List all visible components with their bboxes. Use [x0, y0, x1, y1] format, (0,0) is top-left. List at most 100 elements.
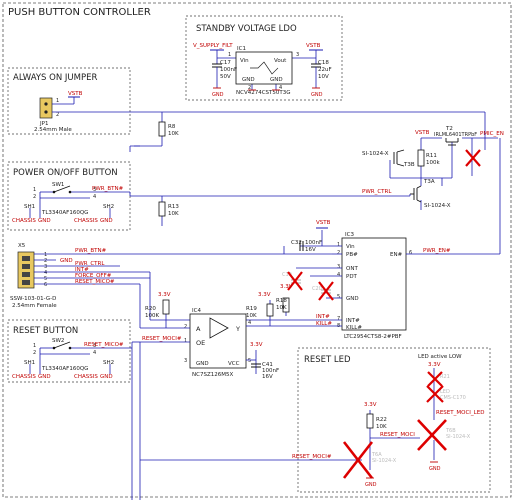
- ic1-pin-gnd2: GND: [270, 77, 283, 83]
- ic3-pin-pb: PB#: [346, 252, 358, 258]
- dnp-cross-t6b: [417, 419, 447, 451]
- ic3-pin-vin: Vin: [346, 244, 355, 250]
- t3b-symbol: [393, 149, 405, 167]
- ldo-gnd-label-2: GND: [311, 92, 323, 98]
- svg-text:5: 5: [248, 358, 251, 364]
- c32-value: 100nF: [305, 240, 322, 246]
- ldo-section-title: STANDBY VOLTAGE LDO: [196, 24, 297, 34]
- sw2-ref: SW2: [52, 338, 64, 344]
- x5-desc: 2.54mm Female: [12, 303, 57, 309]
- x5-net-reset-mico: RESET_MICO#: [75, 279, 115, 285]
- ic3-int-net: INT#: [316, 314, 330, 320]
- svg-text:4: 4: [248, 320, 251, 326]
- led-v33-left: 3.3V: [364, 402, 377, 408]
- ldo-gnd-label-1: GND: [212, 92, 224, 98]
- reset-button-section-title: RESET BUTTON: [13, 326, 78, 336]
- ic4-v33: 3.3V: [158, 292, 171, 298]
- sw1-pin1: 1: [33, 187, 36, 193]
- led-v33-top: 3.3V: [428, 362, 441, 368]
- jp1-body: [39, 97, 53, 119]
- r8-ref: R8: [168, 124, 176, 130]
- r13-resistor: [158, 201, 166, 217]
- svg-text:5: 5: [337, 294, 340, 300]
- sw2-pin2: 2: [33, 350, 36, 356]
- ic4-part: NC7SZ126M5X: [192, 372, 233, 378]
- ic1-part: NCV4274CST50T3G: [236, 90, 291, 96]
- dnp-cross-pmic: [465, 149, 481, 167]
- t3a-ref: T3A: [423, 179, 435, 185]
- ic4-pin-y: Y: [235, 325, 240, 333]
- ic4-ref: IC4: [192, 308, 201, 314]
- svg-text:3: 3: [337, 264, 340, 270]
- ic3-pin-en: EN#: [390, 252, 403, 258]
- ic1-pin-gnd1: GND: [242, 77, 255, 83]
- pwr-btn-net-sw1: PWR_BTN#: [92, 186, 124, 192]
- ic4-net-in: RESET_MOCI#: [142, 336, 182, 342]
- svg-text:6: 6: [409, 250, 412, 256]
- led-note: LED active LOW: [418, 354, 462, 360]
- x5-ref: X5: [18, 243, 26, 249]
- ic3-vstb: VSTB: [316, 220, 331, 226]
- sw1-pin4: 4: [93, 194, 96, 200]
- ic1-pin1: 1: [228, 52, 231, 58]
- ic1-ref: IC1: [237, 46, 246, 52]
- ic4-pin-gnd: GND: [196, 361, 209, 367]
- svg-text:1: 1: [184, 338, 187, 344]
- led-net: RESET_MOCI_LED: [436, 410, 484, 416]
- c18-voltage: 10V: [318, 74, 329, 80]
- svg-text:1: 1: [337, 242, 340, 248]
- pwr-ctrl-net-top: PWR_CTRL: [362, 189, 392, 195]
- x5-net-pwr-btn: PWR_BTN#: [75, 248, 107, 254]
- jumper-vstb-net: VSTB: [68, 91, 83, 97]
- si-top: SI-1024-X: [362, 151, 389, 157]
- sw1-gnd-1: GND: [38, 218, 51, 224]
- r19-value: 10K: [246, 313, 257, 319]
- x5-pin-numbers: 1 2 3 4 5 6: [44, 252, 47, 288]
- sw1-part: TL3340AF160QG: [41, 210, 88, 216]
- sw1-gnd-2: GND: [100, 218, 113, 224]
- jp1-pin2: 2: [56, 112, 59, 118]
- c18-value: 22uF: [318, 67, 332, 73]
- r13-ref: R13: [168, 204, 179, 210]
- c41-voltage: 16V: [262, 374, 273, 380]
- pmic-en-net: PMIC_EN: [480, 131, 504, 137]
- reset-moci-net: RESET_MOCI: [380, 432, 415, 438]
- ic1-pin-vout: Vout: [274, 58, 287, 64]
- jp1-pin1: 1: [56, 98, 59, 104]
- c18-ref: C18: [318, 60, 329, 66]
- reset-led-frame: [297, 347, 491, 493]
- ic4-pin-vcc: VCC: [228, 361, 240, 367]
- jumper-section-title: ALWAYS ON JUMPER: [13, 73, 97, 83]
- c17-voltage: 50V: [220, 74, 231, 80]
- jp1-pin2-dot: [44, 110, 48, 114]
- reset-led-wires: [131, 342, 435, 500]
- r11-ref: R11: [426, 153, 437, 159]
- r19-ref: R19: [246, 306, 257, 312]
- r8-value: 10K: [168, 131, 179, 137]
- sw2-sh2: SH2: [103, 360, 114, 366]
- x5-net-gnd: GND: [60, 258, 73, 264]
- r21-ref: R21: [440, 374, 450, 380]
- sw1-ref: SW1: [52, 182, 64, 188]
- jp1-pin1-dot: [44, 102, 48, 106]
- jp1-desc: 2.54mm Male: [34, 127, 72, 133]
- c32-voltage: 16V: [305, 247, 316, 253]
- ic3-pin-ont: ONT: [346, 266, 358, 272]
- t3a-symbol: [410, 185, 422, 203]
- si-bot: SI-1024-X: [424, 203, 451, 209]
- ic3-pin-int: INT#: [346, 318, 360, 324]
- r22-ref: R22: [376, 417, 387, 423]
- ic4-pin-oe: OE: [196, 339, 205, 347]
- sw2-contact-a: [52, 346, 56, 350]
- sw2-contact-b: [68, 346, 72, 350]
- t2-part: IRLML6401TRPbF: [434, 132, 477, 138]
- sw1-chassis-2: CHASSIS: [74, 218, 98, 224]
- ic3-pin-pdt: PDT: [346, 274, 358, 280]
- r13-value: 10K: [168, 211, 179, 217]
- jumper-wires: [52, 97, 486, 152]
- sw2-chassis-2: CHASSIS: [74, 374, 98, 380]
- ldo-vin-net: V_SUPPLY_FILT: [193, 43, 233, 49]
- sw1-sh1: SH1: [24, 204, 35, 210]
- c17-ref: C17: [220, 60, 231, 66]
- sw2-pin1: 1: [33, 343, 36, 349]
